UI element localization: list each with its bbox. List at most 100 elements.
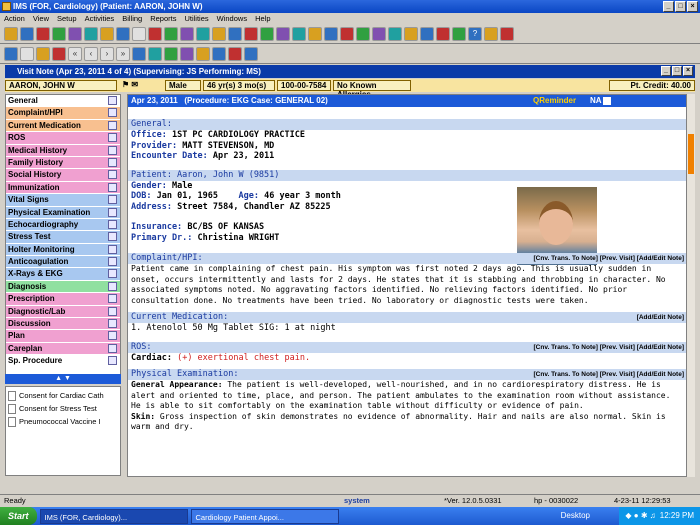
phone-icon[interactable] [324,27,338,41]
scroll-up-icon[interactable]: ▲ [55,375,62,382]
history-icon[interactable] [180,47,194,61]
close-button[interactable]: × [687,1,698,12]
add-edit-note-link[interactable]: [Add/Edit Note] [637,255,684,262]
visit-maximize-button[interactable]: □ [672,66,682,76]
nav-stress-test[interactable]: Stress Test [6,231,120,244]
chart-icon[interactable] [100,27,114,41]
referral-icon[interactable] [244,27,258,41]
scan-icon[interactable] [196,27,210,41]
alert-icon[interactable] [148,27,162,41]
vitals-icon[interactable] [276,27,290,41]
nav-immunization[interactable]: Immunization [6,181,120,195]
import-icon[interactable] [436,27,450,41]
menu-activities[interactable]: Activities [85,13,115,25]
exit-icon[interactable] [500,27,514,41]
user-icon[interactable] [20,27,34,41]
scrollbar-thumb[interactable] [688,134,694,174]
sign-icon[interactable] [164,47,178,61]
refresh-icon[interactable] [132,47,146,61]
note-icon[interactable] [52,27,66,41]
desktop-toolbar[interactable]: Desktop [561,507,590,525]
letter-icon[interactable] [308,27,322,41]
report-icon[interactable] [228,27,242,41]
template-icon[interactable] [148,47,162,61]
order-icon[interactable] [196,47,210,61]
document-item[interactable]: Pneumococcal Vaccine I [8,415,118,428]
nav-scroll-buttons[interactable]: ▲ ▼ [5,374,121,384]
rx-icon[interactable] [84,27,98,41]
document-item[interactable]: Consent for Stress Test [8,402,118,415]
copy-icon[interactable] [20,47,34,61]
nav-ros[interactable]: ROS [6,132,120,145]
nav-sp-procedure[interactable]: Sp. Procedure [6,355,120,368]
qreminder-link[interactable]: QReminder [533,95,576,107]
attach-icon[interactable] [36,47,50,61]
help-icon[interactable]: ? [468,27,482,41]
pen-icon[interactable] [372,27,386,41]
message-icon[interactable] [180,27,194,41]
content-scrollbar[interactable] [686,94,695,477]
cnv-trans-link[interactable]: [Cnv. Trans. To Note] [534,344,598,351]
export-icon[interactable] [420,27,434,41]
menu-billing[interactable]: Billing [122,13,142,25]
summary-icon[interactable] [212,47,226,61]
next-record-icon[interactable]: › [100,47,114,61]
save-icon[interactable] [4,47,18,61]
menu-utilities[interactable]: Utilities [184,13,208,25]
lock-icon[interactable] [484,27,498,41]
settings-icon[interactable] [452,27,466,41]
contacts-icon[interactable] [404,27,418,41]
cnv-trans-link[interactable]: [Cnv. Trans. To Note] [534,255,598,262]
add-edit-note-link[interactable]: [Add/Edit Note] [637,314,684,321]
billing-icon[interactable] [116,27,130,41]
prev-visit-link[interactable]: [Prev. Visit] [600,371,635,378]
task-ims[interactable]: IMS (FOR, Cardiology)... [39,508,188,524]
nav-anticoagulation[interactable]: Anticoagulation [6,256,120,269]
maximize-button[interactable]: □ [675,1,686,12]
nav-holter-monitoring[interactable]: Holter Monitoring [6,243,120,257]
na-checkbox[interactable] [603,97,611,105]
menu-action[interactable]: Action [4,13,25,25]
menu-reports[interactable]: Reports [150,13,176,25]
nav-diagnostic-lab[interactable]: Diagnostic/Lab [6,305,120,319]
nav-xrays-ekg[interactable]: X-Rays & EKG [6,268,120,281]
add-edit-note-link[interactable]: [Add/Edit Note] [637,344,684,351]
reminder-icon[interactable] [356,27,370,41]
task-appointments[interactable]: Cardiology Patient Appoi... [190,508,339,524]
nav-careplan[interactable]: Careplan [6,342,120,356]
menu-setup[interactable]: Setup [57,13,77,25]
email-icon[interactable] [388,27,402,41]
menu-help[interactable]: Help [255,13,270,25]
immunization-icon[interactable] [260,27,274,41]
nav-medical-history[interactable]: Medical History [6,144,120,157]
document-item[interactable]: Consent for Cardiac Cath [8,389,118,402]
prev-visit-link[interactable]: [Prev. Visit] [600,344,635,351]
nav-complaint-hpi[interactable]: Complaint/HPI [6,107,120,120]
nav-general[interactable]: General [6,95,120,108]
nav-vital-signs[interactable]: Vital Signs [6,194,120,207]
folder-icon[interactable] [4,27,18,41]
image-icon[interactable] [292,27,306,41]
nav-social-history[interactable]: Social History [6,169,120,182]
menu-view[interactable]: View [33,13,49,25]
add-edit-note-link[interactable]: [Add/Edit Note] [637,371,684,378]
task-icon[interactable] [164,27,178,41]
nav-echocardiography[interactable]: Echocardiography [6,218,120,232]
nav-prescription[interactable]: Prescription [6,293,120,306]
menu-windows[interactable]: Windows [217,13,247,25]
tray-icons[interactable]: ◆ ● ✱ ♫ [625,507,655,525]
lab-icon[interactable] [68,27,82,41]
print-icon[interactable] [132,27,146,41]
nav-discussion[interactable]: Discussion [6,318,120,331]
prev-visit-link[interactable]: [Prev. Visit] [600,255,635,262]
scroll-down-icon[interactable]: ▼ [64,375,71,382]
nav-current-medication[interactable]: Current Medication [6,119,120,133]
prev-record-icon[interactable]: ‹ [84,47,98,61]
fax-icon[interactable] [212,27,226,41]
info-icon[interactable] [244,47,258,61]
tools-icon[interactable] [340,27,354,41]
calendar-icon[interactable] [36,27,50,41]
flag-icon[interactable] [228,47,242,61]
visit-close-button[interactable]: × [683,66,693,76]
last-record-icon[interactable]: » [116,47,130,61]
